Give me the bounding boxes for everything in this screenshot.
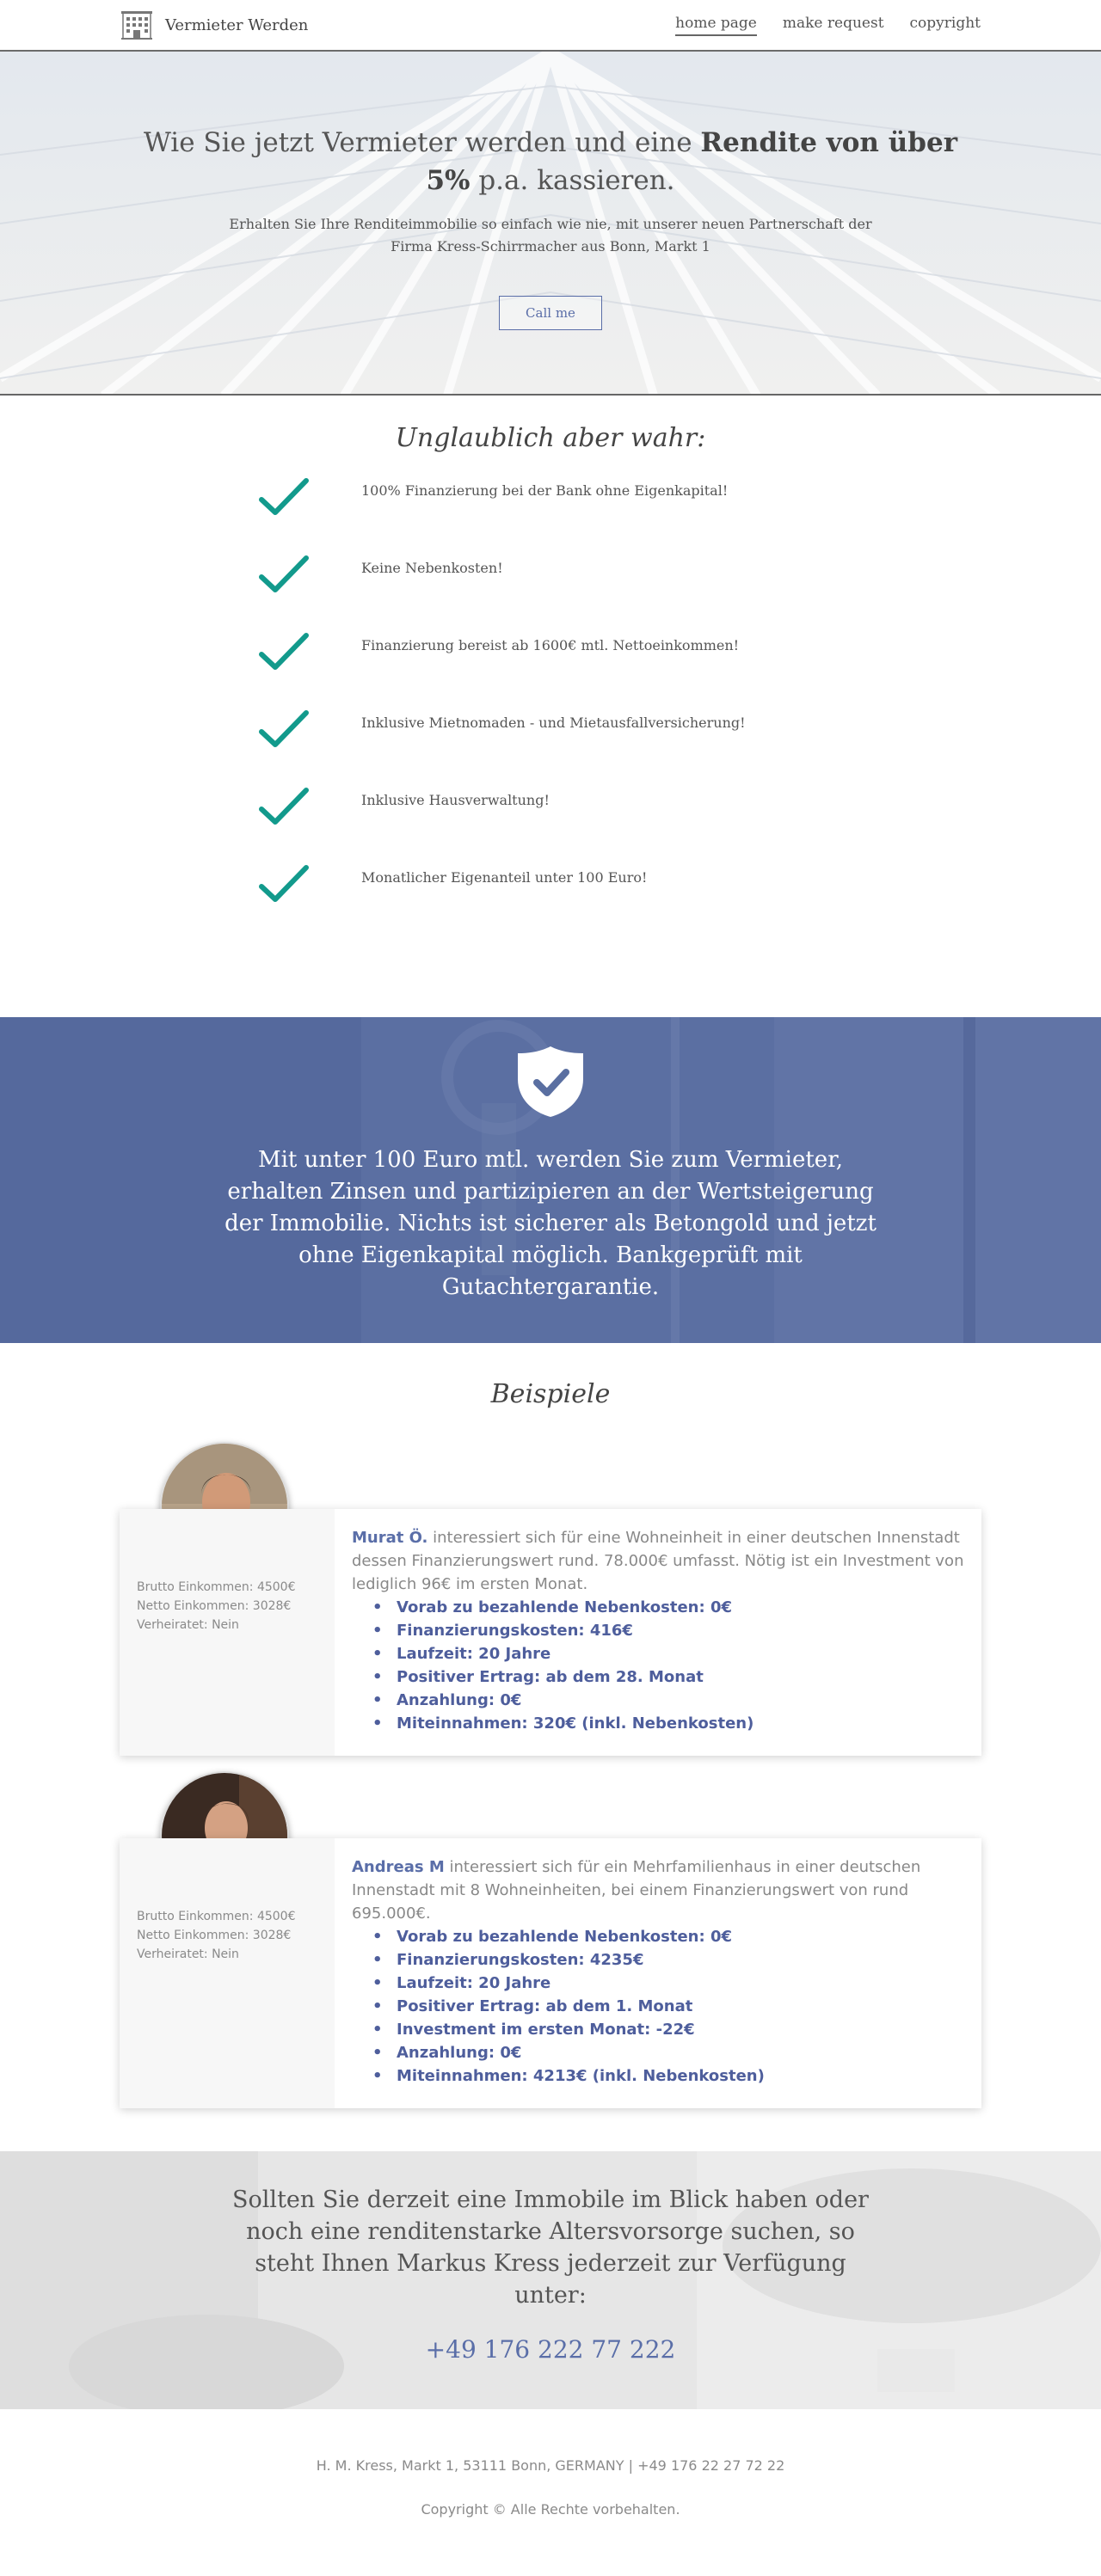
- banner-text: Mit unter 100 Euro mtl. werden Sie zum V…: [225, 1147, 876, 1300]
- list-item: Miteinnahmen: 4213€ (inkl. Nebenkosten): [376, 2064, 964, 2088]
- example-bullets: Vorab zu bezahlende Nebenkosten: 0€ Fina…: [352, 1596, 964, 1735]
- list-item: Monatlicher Eigenanteil unter 100 Euro!: [249, 864, 852, 941]
- list-item: Investment im ersten Monat: -22€: [376, 2018, 964, 2041]
- marital-status: Verheiratet: Nein: [137, 1618, 239, 1632]
- contact-section: Sollten Sie derzeit eine Immobile im Bli…: [0, 2151, 1101, 2409]
- example-details: Andreas M interessiert sich für ein Mehr…: [335, 1838, 981, 2108]
- benefit-text: Inklusive Mietnomaden - und Mietausfallv…: [361, 715, 746, 731]
- list-item: Positiver Ertrag: ab dem 1. Monat: [376, 1995, 964, 2018]
- benefit-text: Monatlicher Eigenanteil unter 100 Euro!: [361, 869, 648, 886]
- list-item: Vorab zu bezahlende Nebenkosten: 0€: [376, 1596, 964, 1619]
- call-me-button[interactable]: Call me: [499, 296, 602, 330]
- examples-section: Beispiele Brutto Einkommen: 4500€ Netto …: [0, 1343, 1101, 2151]
- gross-income: Brutto Einkommen: 4500€: [137, 1910, 296, 1923]
- benefit-text: 100% Finanzierung bei der Bank ohne Eige…: [361, 482, 729, 499]
- benefit-text: Inklusive Hausverwaltung!: [361, 792, 550, 808]
- contact-text: Sollten Sie derzeit eine Immobile im Bli…: [232, 2187, 869, 2309]
- hero-title: Wie Sie jetzt Vermieter werden und eine …: [143, 127, 958, 196]
- example-card-wrapper: Brutto Einkommen: 4500€ Netto Einkommen:…: [120, 1771, 981, 2108]
- list-item: Finanzierungskosten: 4235€: [376, 1948, 964, 1972]
- example-bullets: Vorab zu bezahlende Nebenkosten: 0€ Fina…: [352, 1925, 964, 2088]
- example-description: Andreas M interessiert sich für ein Mehr…: [352, 1858, 921, 1923]
- example-name: Andreas M: [352, 1858, 445, 1876]
- checkmark-icon: [259, 633, 309, 670]
- net-income: Netto Einkommen: 3028€: [137, 1929, 292, 1942]
- example-details: Murat Ö. interessiert sich für eine Wohn…: [335, 1509, 981, 1756]
- list-item: Miteinnahmen: 320€ (inkl. Nebenkosten): [376, 1712, 964, 1735]
- example-card-andreas: Brutto Einkommen: 4500€ Netto Einkommen:…: [120, 1838, 981, 2108]
- example-name: Murat Ö.: [352, 1529, 428, 1547]
- guarantee-banner: Mit unter 100 Euro mtl. werden Sie zum V…: [0, 1017, 1101, 1343]
- list-item: Inklusive Mietnomaden - und Mietausfallv…: [249, 709, 852, 787]
- building-logo-icon: [121, 11, 152, 40]
- list-item: Vorab zu bezahlende Nebenkosten: 0€: [376, 1925, 964, 1948]
- list-item: Finanzierung bereist ab 1600€ mtl. Netto…: [249, 632, 852, 709]
- brand[interactable]: Vermieter Werden: [120, 9, 308, 40]
- contact-phone-link[interactable]: +49 176 222 77 222: [426, 2335, 676, 2364]
- top-navbar: Vermieter Werden home page make request …: [0, 0, 1101, 52]
- example-description: Murat Ö. interessiert sich für eine Wohn…: [352, 1529, 964, 1593]
- nav-link-home[interactable]: home page: [675, 15, 757, 36]
- list-item: Finanzierungskosten: 416€: [376, 1619, 964, 1642]
- example-card-wrapper: Brutto Einkommen: 4500€ Netto Einkommen:…: [120, 1442, 981, 1756]
- income-stats: Brutto Einkommen: 4500€ Netto Einkommen:…: [120, 1509, 335, 1756]
- nav-link-copyright[interactable]: copyright: [910, 15, 981, 36]
- list-item: Laufzeit: 20 Jahre: [376, 1642, 964, 1665]
- benefits-section: Unglaublich aber wahr: 100% Finanzierung…: [0, 396, 1101, 1017]
- gross-income: Brutto Einkommen: 4500€: [137, 1580, 296, 1594]
- checkmark-icon: [259, 788, 309, 825]
- shield-check-icon: [518, 1046, 583, 1117]
- checkmark-icon: [259, 478, 309, 515]
- footer-address: H. M. Kress, Markt 1, 53111 Bonn, GERMAN…: [316, 2457, 785, 2474]
- example-card-murat: Brutto Einkommen: 4500€ Netto Einkommen:…: [120, 1509, 981, 1756]
- list-item: Keine Nebenkosten!: [249, 555, 852, 632]
- list-item: Laufzeit: 20 Jahre: [376, 1972, 964, 1995]
- checkmark-icon: [259, 555, 309, 592]
- list-item: Positiver Ertrag: ab dem 28. Monat: [376, 1665, 964, 1689]
- brand-name: Vermieter Werden: [165, 15, 309, 34]
- footer: H. M. Kress, Markt 1, 53111 Bonn, GERMAN…: [0, 2409, 1101, 2518]
- income-stats: Brutto Einkommen: 4500€ Netto Einkommen:…: [120, 1838, 335, 2108]
- list-item: 100% Finanzierung bei der Bank ohne Eige…: [249, 477, 852, 555]
- marital-status: Verheiratet: Nein: [137, 1947, 239, 1961]
- hero-section: Wie Sie jetzt Vermieter werden und eine …: [0, 52, 1101, 396]
- list-item: Anzahlung: 0€: [376, 2041, 964, 2064]
- checkmark-icon: [259, 865, 309, 902]
- footer-copyright: Copyright © Alle Rechte vorbehalten.: [421, 2501, 680, 2518]
- list-item: Inklusive Hausverwaltung!: [249, 787, 852, 864]
- net-income: Netto Einkommen: 3028€: [137, 1599, 292, 1613]
- benefit-text: Finanzierung bereist ab 1600€ mtl. Netto…: [361, 637, 740, 653]
- benefits-list: 100% Finanzierung bei der Bank ohne Eige…: [249, 477, 852, 941]
- list-item: Anzahlung: 0€: [376, 1689, 964, 1712]
- benefits-title: Unglaublich aber wahr:: [395, 423, 706, 453]
- benefit-text: Keine Nebenkosten!: [361, 560, 503, 576]
- hero-subtitle: Erhalten Sie Ihre Renditeimmobilie so ei…: [229, 216, 872, 255]
- checkmark-icon: [259, 710, 309, 747]
- examples-title: Beispiele: [490, 1379, 611, 1409]
- nav-link-request[interactable]: make request: [783, 15, 884, 36]
